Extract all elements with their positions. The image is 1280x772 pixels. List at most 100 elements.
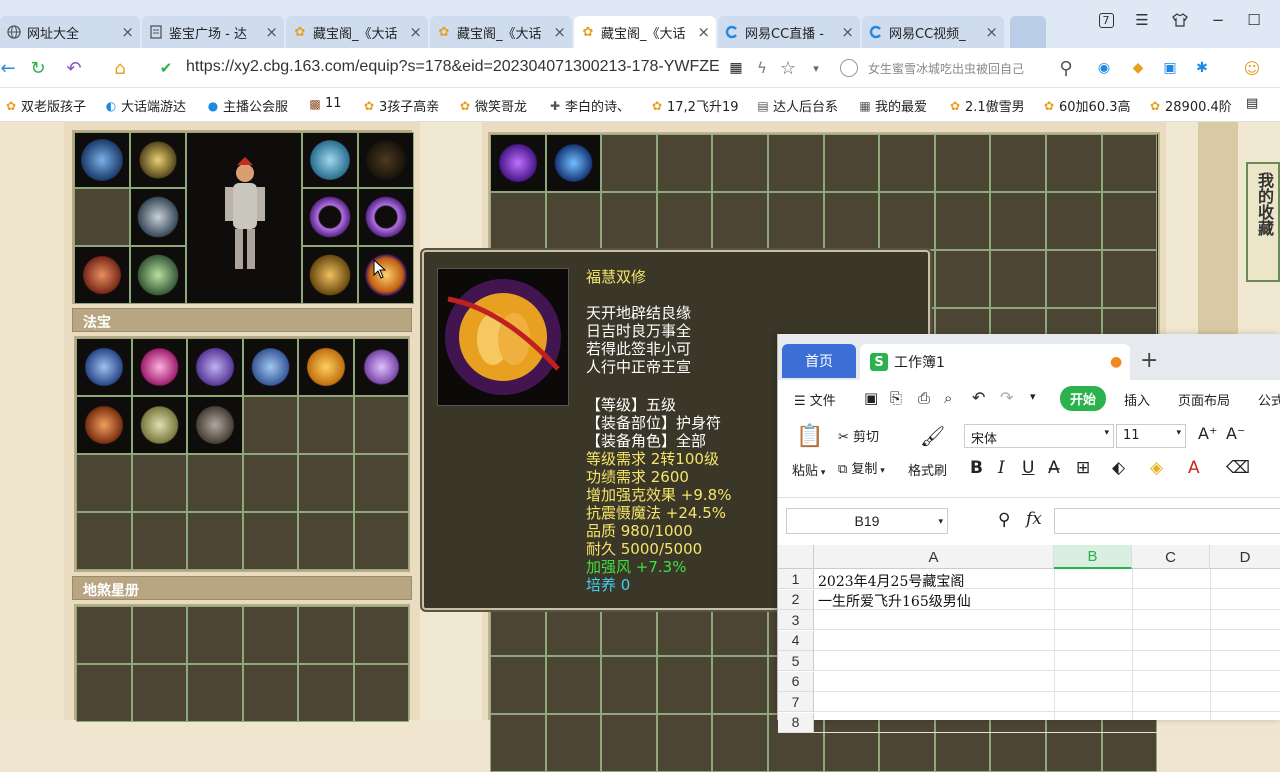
bookmark-item[interactable]: ✿ 微笑哥龙 (458, 96, 527, 116)
chevron-down-icon[interactable]: ▾ (1030, 390, 1036, 403)
paste-button[interactable]: 粘贴 ▾ (792, 460, 825, 479)
close-icon[interactable]: × (553, 23, 566, 41)
item-slot[interactable] (656, 192, 713, 250)
item-slot[interactable] (1046, 250, 1102, 308)
undo-icon[interactable]: ↶ (972, 388, 985, 407)
equip-slot-ring[interactable] (302, 188, 358, 246)
bookmark-item[interactable]: ✿ 2.1傲雪男 (948, 96, 1025, 116)
item-slot[interactable] (131, 338, 187, 396)
back-icon[interactable]: ← (0, 56, 20, 80)
extension-icon[interactable]: ✱ (1190, 56, 1214, 80)
item-slot[interactable] (545, 192, 602, 250)
preview-icon[interactable]: ⌕ (944, 389, 952, 407)
tab-workbook[interactable]: S 工作簿1 ● (860, 344, 1130, 380)
clear-format-icon[interactable]: ⌫ (1226, 458, 1250, 478)
refresh-icon[interactable]: ↻ (26, 56, 50, 80)
equip-slot-armor[interactable] (130, 188, 186, 246)
item-slot[interactable] (823, 192, 880, 250)
item-slot[interactable] (298, 454, 354, 512)
item-slot[interactable] (298, 396, 354, 454)
equip-slot-amulet[interactable] (358, 246, 414, 304)
save-icon[interactable]: ▣ (864, 389, 878, 407)
smiley-icon[interactable]: ☺ (1240, 56, 1264, 80)
menu-page-layout[interactable]: 页面布局 (1178, 390, 1230, 409)
equip-slot-accessory[interactable] (358, 132, 414, 188)
close-icon[interactable]: × (985, 23, 998, 41)
item-slot[interactable] (242, 664, 298, 722)
item-slot[interactable] (545, 134, 602, 192)
shirt-skin-icon[interactable] (1168, 8, 1192, 32)
item-slot[interactable] (298, 338, 354, 396)
item-slot[interactable] (242, 512, 298, 570)
item-slot[interactable] (76, 396, 132, 454)
cut-button[interactable]: ✂ 剪切 (838, 426, 879, 445)
item-slot[interactable] (353, 396, 409, 454)
minimize-icon[interactable]: − (1206, 8, 1230, 32)
item-slot[interactable] (187, 396, 243, 454)
item-slot[interactable] (990, 250, 1046, 308)
item-slot[interactable] (601, 656, 657, 714)
tab-home[interactable]: 首页 (782, 344, 856, 378)
format-painter-button[interactable]: 格式刷 (908, 460, 947, 479)
row-header[interactable]: 6 (778, 671, 814, 692)
close-icon[interactable]: × (841, 23, 854, 41)
item-slot[interactable] (990, 192, 1046, 250)
zoom-search-icon[interactable]: ⚲ (998, 510, 1010, 530)
font-grow-icon[interactable]: A⁺ (1198, 424, 1217, 443)
search-icon[interactable]: ⚲ (1054, 56, 1078, 80)
row-header[interactable]: 4 (778, 630, 814, 651)
item-slot[interactable] (1101, 250, 1158, 308)
tab-6[interactable]: 网易CC视频_ × (862, 16, 1004, 48)
bookmark-item[interactable]: ● 主播公会服 (206, 96, 288, 116)
item-slot[interactable] (879, 192, 935, 250)
item-slot[interactable] (187, 454, 243, 512)
bookmark-item[interactable]: ✿ 17,2飞升19 (650, 96, 739, 116)
fill-color-icon[interactable]: ◈ (1150, 458, 1163, 478)
item-slot[interactable] (656, 714, 713, 772)
strikethrough-icon[interactable]: A̶ (1048, 458, 1060, 478)
item-slot[interactable] (490, 192, 546, 250)
bookmark-item[interactable]: ▦ 我的最爱 (858, 96, 927, 116)
maximize-icon[interactable]: ☐ (1242, 8, 1266, 32)
item-slot[interactable] (1046, 134, 1102, 192)
lightning-icon[interactable]: ϟ (750, 56, 774, 80)
item-slot[interactable] (712, 714, 768, 772)
item-slot[interactable] (712, 134, 768, 192)
bookmark-item[interactable]: ✿ 60加60.3高 (1042, 96, 1131, 116)
more-bookmarks-icon[interactable]: ▤ (1246, 96, 1258, 111)
row-header[interactable]: 5 (778, 651, 814, 671)
cell-a1[interactable]: 2023年4月25号藏宝阁 (818, 571, 964, 591)
bookmark-item[interactable]: ◐ 大话端游达 (104, 96, 186, 116)
item-slot[interactable] (353, 512, 409, 570)
paste-icon[interactable]: 📋 (796, 424, 823, 449)
item-slot[interactable] (823, 134, 880, 192)
export-icon[interactable]: ⎘ (890, 389, 902, 407)
font-shrink-icon[interactable]: A⁻ (1226, 424, 1245, 443)
font-color-icon[interactable]: A (1188, 458, 1200, 478)
print-icon[interactable]: ⎙ (918, 389, 930, 407)
item-slot[interactable] (712, 192, 768, 250)
item-slot[interactable] (353, 664, 409, 722)
item-slot[interactable] (934, 250, 991, 308)
equip-slot-weapon[interactable] (130, 132, 186, 188)
formula-input[interactable] (1054, 508, 1280, 534)
column-header-c[interactable]: C (1132, 545, 1210, 569)
item-slot[interactable] (1101, 192, 1158, 250)
item-slot[interactable] (242, 454, 298, 512)
item-slot[interactable] (131, 454, 187, 512)
tab-count-button[interactable]: 7 (1094, 8, 1118, 32)
column-header-a[interactable]: A (814, 545, 1054, 569)
tab-3[interactable]: ✿ 藏宝阁_《大话 × (430, 16, 572, 48)
equip-slot-helmet[interactable] (74, 132, 130, 188)
bookmark-item[interactable]: ✿ 双老版孩子 (4, 96, 86, 116)
item-slot[interactable] (131, 664, 187, 722)
equip-slot-belt[interactable] (302, 246, 358, 304)
item-slot[interactable] (298, 606, 354, 664)
name-box[interactable]: B19 ▾ (786, 508, 948, 534)
italic-icon[interactable]: I (998, 458, 1005, 478)
item-slot[interactable] (934, 134, 991, 192)
chevron-down-icon[interactable]: ▾ (804, 56, 828, 80)
equip-slot-empty[interactable] (74, 188, 130, 246)
item-slot[interactable] (545, 656, 602, 714)
item-slot[interactable] (298, 664, 354, 722)
